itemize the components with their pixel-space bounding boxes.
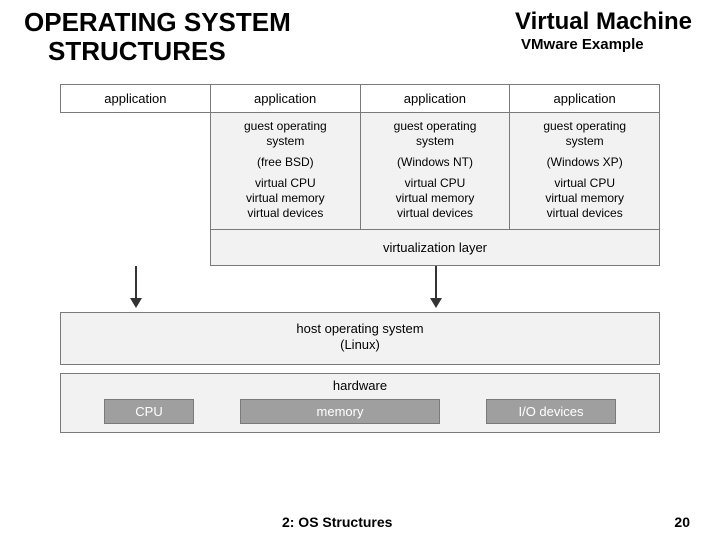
guest-os-name: (Windows XP)	[514, 155, 655, 170]
footer-title: 2: OS Structures	[0, 514, 674, 530]
host-os-line2: (Linux)	[61, 337, 659, 353]
guest-resources: virtual CPUvirtual memoryvirtual devices	[215, 176, 356, 221]
title-line2: STRUCTURES	[24, 37, 291, 66]
guest-os-name: (free BSD)	[215, 155, 356, 170]
page-number: 20	[674, 514, 690, 530]
arrows-row	[60, 266, 660, 312]
virtualization-layer: virtualization layer	[210, 230, 660, 266]
app-cell: application	[211, 84, 361, 113]
guest-os-label: guest operatingsystem	[215, 119, 356, 149]
slide-title-left: OPERATING SYSTEM STRUCTURES	[24, 8, 291, 65]
slide-header: OPERATING SYSTEM STRUCTURES Virtual Mach…	[0, 0, 720, 69]
hardware-item: CPU	[104, 399, 194, 424]
subtitle-line2: VMware Example	[515, 36, 692, 53]
guest-os-label: guest operatingsystem	[514, 119, 655, 149]
slide-title-right: Virtual Machine VMware Example	[515, 8, 692, 65]
guest-os-label: guest operatingsystem	[365, 119, 506, 149]
hardware-label: hardware	[61, 378, 659, 393]
application-row: application application application appl…	[60, 84, 660, 113]
host-os-line1: host operating system	[61, 321, 659, 337]
guest-os-name: (Windows NT)	[365, 155, 506, 170]
guest-resources: virtual CPUvirtual memoryvirtual devices	[514, 176, 655, 221]
vm-architecture-diagram: application application application appl…	[60, 84, 660, 433]
hardware-item: memory	[240, 399, 440, 424]
hardware-items-row: CPU memory I/O devices	[61, 393, 659, 432]
guest-column: guest operatingsystem (free BSD) virtual…	[211, 113, 360, 229]
host-os-box: host operating system (Linux)	[60, 312, 660, 365]
title-line1: OPERATING SYSTEM	[24, 8, 291, 37]
guest-column: guest operatingsystem (Windows XP) virtu…	[509, 113, 659, 229]
app-cell: application	[361, 84, 511, 113]
app-cell: application	[60, 84, 211, 113]
hardware-item: I/O devices	[486, 399, 616, 424]
slide-footer: 2: OS Structures 20	[0, 514, 720, 530]
guest-column: guest operatingsystem (Windows NT) virtu…	[360, 113, 510, 229]
hardware-box: hardware CPU memory I/O devices	[60, 373, 660, 433]
guest-os-row: guest operatingsystem (free BSD) virtual…	[210, 113, 660, 230]
app-cell: application	[510, 84, 660, 113]
guest-resources: virtual CPUvirtual memoryvirtual devices	[365, 176, 506, 221]
subtitle-line1: Virtual Machine	[515, 8, 692, 36]
